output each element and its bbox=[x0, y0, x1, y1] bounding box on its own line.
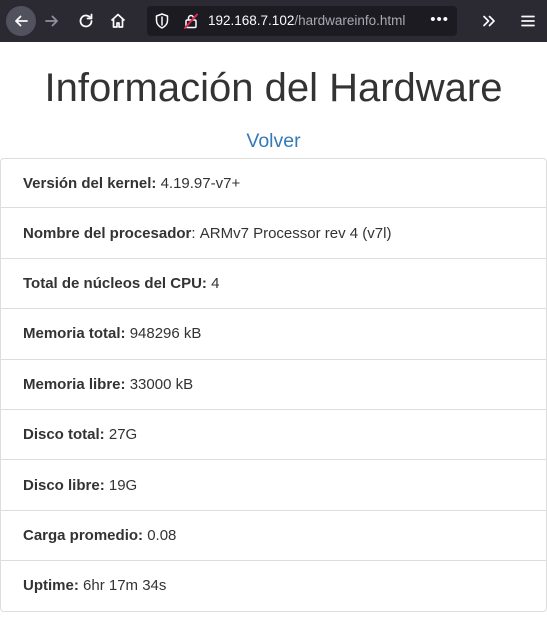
info-value: 19G bbox=[108, 476, 138, 494]
back-button[interactable] bbox=[6, 6, 36, 36]
list-item: Disco total: 27G bbox=[0, 409, 547, 461]
info-label: Memoria total: bbox=[23, 325, 126, 343]
info-value: 4 bbox=[211, 274, 220, 292]
list-item: Versión del kernel: 4.19.97-v7+ bbox=[0, 158, 547, 209]
info-value: 6hr 17m 34s bbox=[83, 577, 167, 595]
reload-icon bbox=[79, 13, 93, 28]
list-item: Nombre del procesador: ARMv7 Processor r… bbox=[0, 208, 547, 259]
reload-button[interactable] bbox=[71, 6, 101, 36]
list-item: Memoria total: 948296 kB bbox=[0, 309, 547, 360]
home-icon bbox=[110, 13, 126, 28]
browser-toolbar: 192.168.7.102/hardwareinfo.html ••• bbox=[0, 0, 547, 42]
menu-button[interactable] bbox=[513, 6, 543, 36]
info-label: Versión del kernel: bbox=[23, 174, 157, 192]
url-text[interactable]: 192.168.7.102/hardwareinfo.html bbox=[208, 6, 405, 36]
info-label: Nombre del procesador bbox=[23, 224, 192, 242]
forward-icon bbox=[45, 15, 58, 27]
info-label: Disco libre: bbox=[23, 476, 105, 494]
back-link[interactable]: Volver bbox=[0, 128, 547, 154]
list-item: Disco libre: 19G bbox=[0, 460, 547, 511]
url-path: /hardwareinfo.html bbox=[294, 13, 406, 28]
info-separator: : bbox=[191, 224, 200, 242]
info-value: 948296 kB bbox=[129, 325, 202, 343]
overflow-button[interactable] bbox=[474, 6, 504, 36]
insecure-lock-icon[interactable] bbox=[183, 13, 199, 34]
page-title: Información del Hardware bbox=[44, 66, 503, 110]
overflow-icon bbox=[483, 15, 495, 27]
list-item: Uptime: 6hr 17m 34s bbox=[0, 561, 547, 612]
info-label: Disco total: bbox=[23, 426, 105, 444]
info-value: 33000 kB bbox=[129, 375, 194, 393]
info-label: Total de núcleos del CPU: bbox=[23, 274, 207, 292]
menu-icon bbox=[521, 15, 535, 27]
info-label: Memoria libre: bbox=[23, 375, 126, 393]
info-value: 0.08 bbox=[147, 526, 177, 544]
list-item: Memoria libre: 33000 kB bbox=[0, 359, 547, 410]
info-label: Uptime: bbox=[23, 577, 79, 595]
info-value: ARMv7 Processor rev 4 (v7l) bbox=[199, 224, 392, 242]
list-item: Total de núcleos del CPU: 4 bbox=[0, 258, 547, 310]
info-value: 4.19.97-v7+ bbox=[160, 174, 241, 192]
hardware-info-list: Versión del kernel: 4.19.97-v7+ Nombre d… bbox=[0, 158, 547, 612]
list-item: Carga promedio: 0.08 bbox=[0, 510, 547, 562]
url-bar[interactable]: 192.168.7.102/hardwareinfo.html ••• bbox=[147, 6, 457, 36]
back-icon bbox=[15, 15, 28, 27]
url-host: 192.168.7.102 bbox=[208, 13, 295, 28]
home-button[interactable] bbox=[103, 6, 133, 36]
info-value: 27G bbox=[108, 426, 138, 444]
more-icon[interactable]: ••• bbox=[430, 6, 449, 36]
shield-icon[interactable] bbox=[155, 13, 169, 34]
forward-button[interactable] bbox=[37, 6, 67, 36]
info-label: Carga promedio: bbox=[23, 526, 144, 544]
